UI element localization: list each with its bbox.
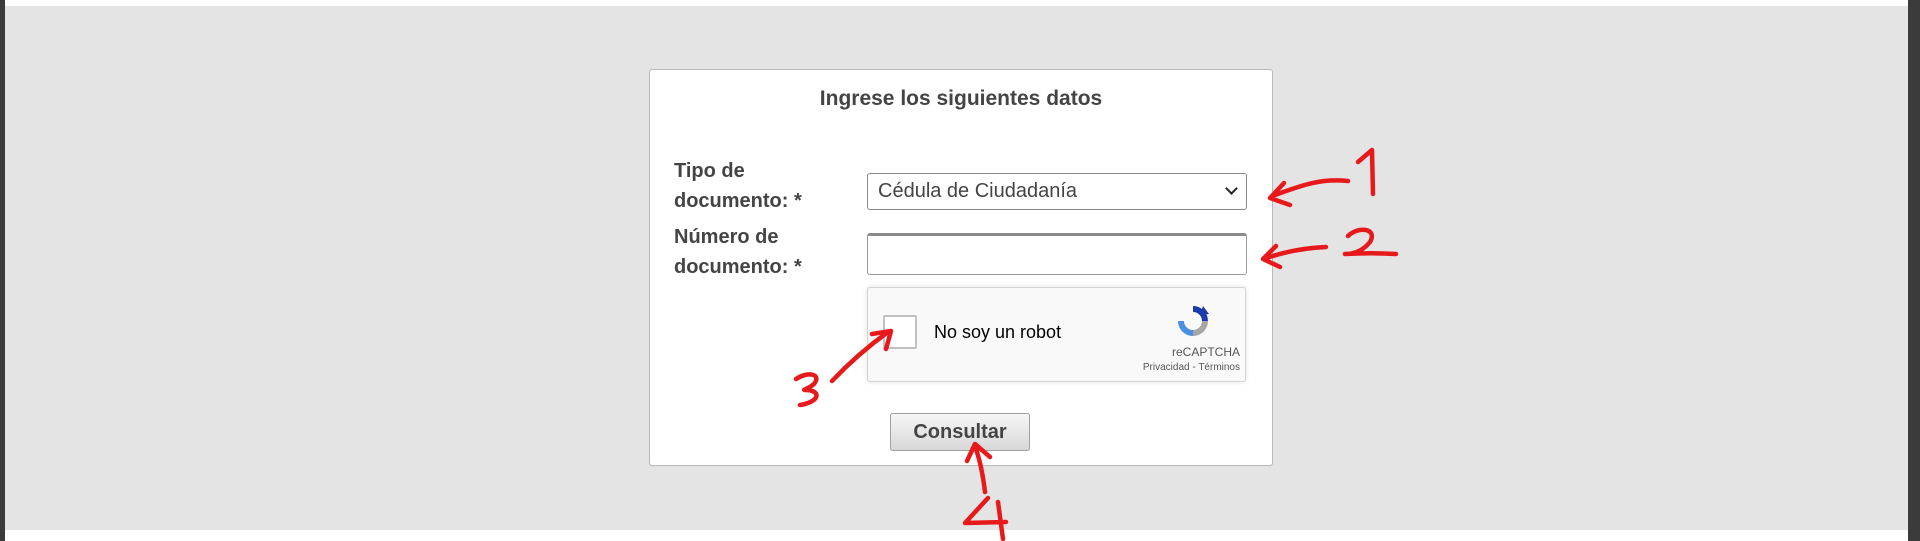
left-window-edge (0, 0, 5, 541)
recaptcha-links: Privacidad - Términos (1098, 362, 1240, 373)
consultar-button[interactable]: Consultar (890, 413, 1030, 451)
document-number-input[interactable] (867, 233, 1247, 275)
document-type-selected-value: Cédula de Ciudadanía (878, 180, 1078, 202)
top-strip (0, 0, 1920, 6)
recaptcha-brand: reCAPTCHA (1171, 345, 1240, 359)
chevron-down-icon (1225, 182, 1238, 195)
document-type-label: Tipo de documento: * (674, 156, 834, 216)
document-number-label: Número de documento: * (674, 222, 834, 282)
terms-link[interactable]: Términos (1198, 362, 1240, 373)
recaptcha-logo-icon (1178, 306, 1209, 336)
document-number-label-line1: Número de (674, 226, 779, 248)
recaptcha-widget: No soy un robot reCAPTCHA Privacidad - T… (867, 287, 1246, 382)
recaptcha-checkbox[interactable] (883, 315, 917, 349)
form-title: Ingrese los siguientes datos (819, 87, 1103, 110)
recaptcha-label: No soy un robot (934, 322, 1062, 342)
privacy-link[interactable]: Privacidad (1143, 362, 1190, 373)
query-form-panel: Ingrese los siguientes datos Tipo de doc… (649, 69, 1273, 466)
right-window-edge (1908, 0, 1920, 541)
document-type-label-line1: Tipo de (674, 160, 745, 182)
document-type-label-line2: documento: * (674, 190, 802, 212)
document-number-label-line2: documento: * (674, 256, 802, 278)
document-type-select[interactable]: Cédula de Ciudadanía (867, 173, 1247, 210)
links-separator: - (1192, 362, 1196, 373)
